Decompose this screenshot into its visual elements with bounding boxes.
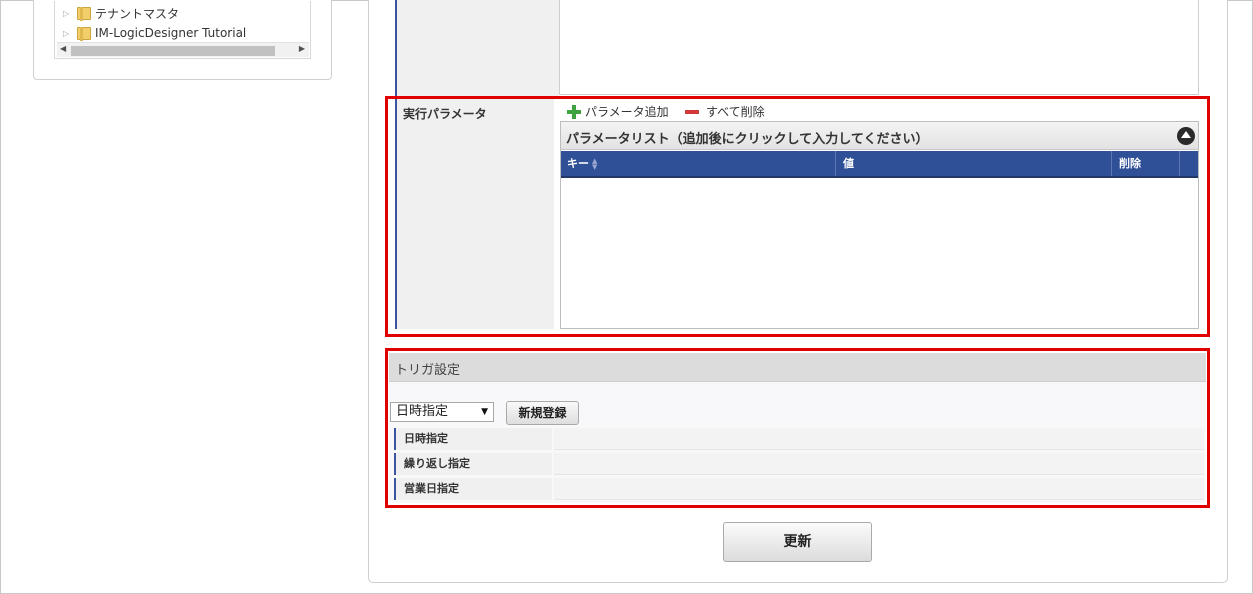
delete-all-label: すべて削除	[706, 105, 765, 119]
scrollbar-thumb[interactable]	[71, 46, 275, 56]
folder-icon	[77, 26, 91, 41]
grid-header: キー ▲ ▼ 値 削除	[561, 151, 1198, 178]
trigger-title: トリガ設定	[395, 363, 461, 378]
dropdown-arrow-icon: ▼	[481, 407, 488, 417]
scroll-right-icon[interactable]: ▶	[299, 44, 305, 53]
trigger-section-header: トリガ設定	[389, 353, 1206, 382]
expand-arrow-icon[interactable]: ▷	[63, 29, 77, 38]
add-parameter-label: パラメータ追加	[585, 105, 669, 119]
add-parameter-button[interactable]: パラメータ追加	[567, 103, 669, 120]
tree-item-label: IM-LogicDesigner Tutorial	[95, 26, 247, 40]
tree-view: ▷ テナントマスタ ▷ IM-LogicDesigner Tutorial ◀ …	[54, 1, 311, 59]
column-header-key[interactable]: キー ▲ ▼	[561, 151, 836, 176]
tree-panel: ▷ テナントマスタ ▷ IM-LogicDesigner Tutorial ◀ …	[33, 0, 332, 80]
scroll-left-icon[interactable]: ◀	[60, 44, 66, 53]
trigger-row-datetime-value	[554, 428, 1204, 450]
trigger-row-business-day[interactable]: 営業日指定	[394, 478, 552, 500]
params-label-cell: 実行パラメータ	[395, 99, 554, 329]
delete-all-button[interactable]: すべて削除	[685, 103, 765, 120]
plus-icon	[567, 104, 581, 119]
trigger-type-selected: 日時指定	[396, 404, 449, 419]
trigger-row-repeat-value	[554, 453, 1204, 475]
column-header-delete[interactable]: 削除	[1113, 151, 1180, 176]
new-register-button[interactable]: 新規登録	[506, 401, 579, 425]
previous-field-label-cell	[395, 0, 559, 96]
trigger-row-repeat[interactable]: 繰り返し指定	[394, 453, 552, 475]
expand-arrow-icon[interactable]: ▷	[63, 9, 77, 18]
trigger-row-datetime[interactable]: 日時指定	[394, 428, 552, 450]
params-label: 実行パラメータ	[403, 107, 487, 121]
folder-icon	[77, 6, 91, 21]
tree-item-tenant-master[interactable]: ▷ テナントマスタ	[63, 4, 179, 22]
grid-caption-text: パラメータリスト（追加後にクリックして入力してください）	[566, 132, 929, 147]
update-button[interactable]: 更新	[723, 522, 872, 562]
tree-item-label: テナントマスタ	[95, 6, 180, 21]
trigger-row-business-day-value	[554, 478, 1204, 500]
parameter-grid: パラメータリスト（追加後にクリックして入力してください） キー ▲ ▼ 値 削除	[560, 121, 1199, 329]
horizontal-scrollbar[interactable]: ◀ ▶	[57, 42, 309, 57]
collapse-icon[interactable]	[1177, 127, 1195, 145]
previous-field-textarea[interactable]	[559, 0, 1199, 95]
tree-item-im-logicdesigner-tutorial[interactable]: ▷ IM-LogicDesigner Tutorial	[63, 24, 246, 42]
minus-icon	[685, 109, 699, 114]
trigger-type-select[interactable]: 日時指定 ▼	[390, 402, 494, 422]
sort-icon[interactable]: ▲ ▼	[592, 158, 597, 171]
grid-caption: パラメータリスト（追加後にクリックして入力してください）	[561, 122, 1198, 150]
column-header-value[interactable]: 値	[837, 151, 1112, 176]
